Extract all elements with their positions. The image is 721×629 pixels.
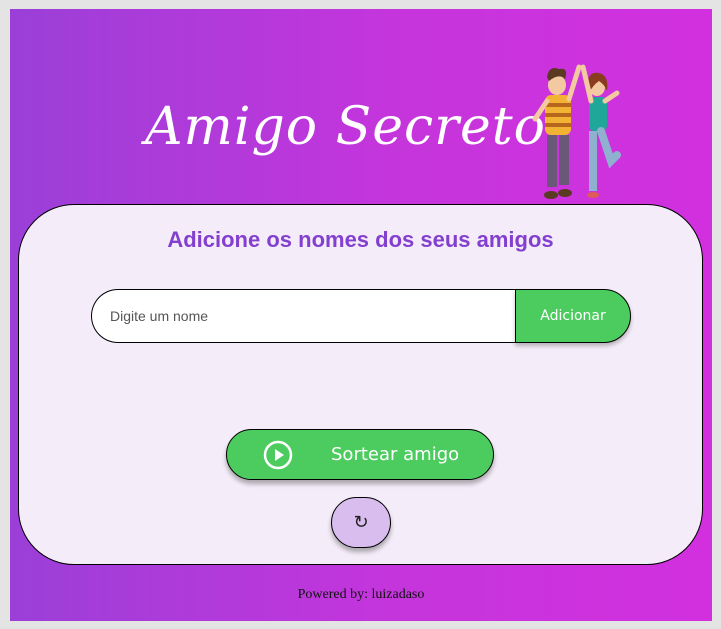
add-friends-card: Adicione os nomes dos seus amigos Adicio… (18, 204, 703, 565)
friends-high-five-illustration (532, 64, 621, 199)
footer-credit: Powered by: luizadaso (297, 587, 425, 602)
reset-button[interactable]: ↻ (331, 497, 391, 548)
app-background: Amigo Secreto Adicione os nomes dos seus… (10, 9, 712, 621)
add-friend-form: Adicionar (91, 289, 631, 343)
name-input[interactable] (91, 289, 517, 343)
add-button[interactable]: Adicionar (515, 289, 631, 343)
card-heading: Adicione os nomes dos seus amigos (167, 227, 554, 252)
play-circle-icon (263, 440, 293, 470)
draw-button-label: Sortear amigo (331, 444, 460, 465)
refresh-icon: ↻ (353, 512, 369, 533)
draw-friend-button[interactable]: Sortear amigo (226, 429, 494, 480)
page-title: Amigo Secreto (145, 97, 546, 157)
